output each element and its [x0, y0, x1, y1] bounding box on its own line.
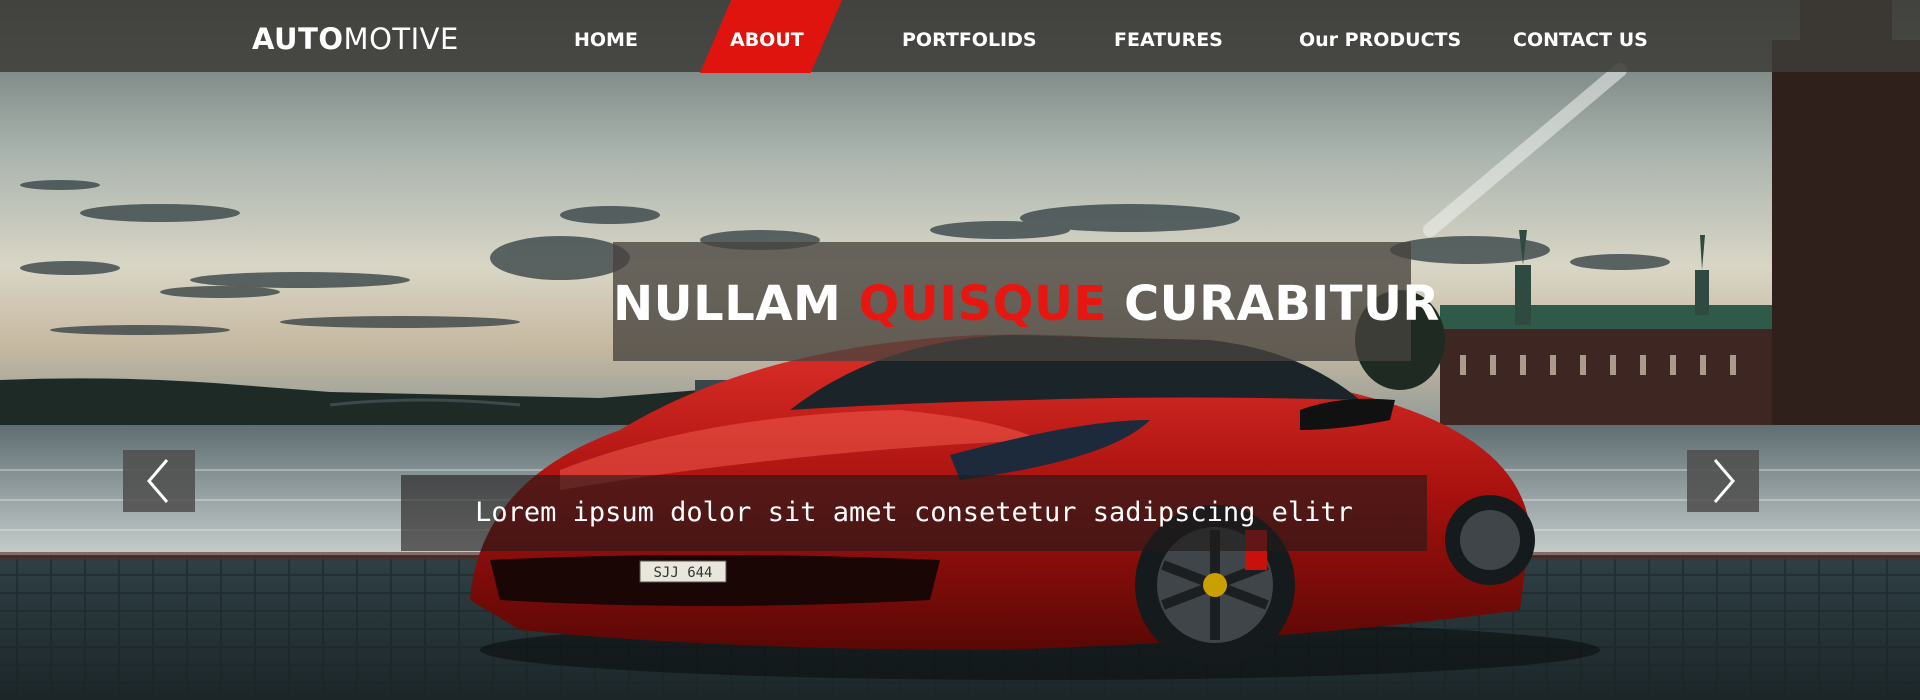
- hero-headline: NULLAM QUISQUE CURABITUR: [613, 262, 1439, 346]
- chevron-left-icon: [147, 459, 169, 503]
- hero-headline-accent: QUISQUE: [858, 276, 1107, 332]
- brand-logo[interactable]: AUTOMOTIVE: [252, 22, 459, 56]
- carousel-next-button[interactable]: [1687, 450, 1759, 512]
- brand-logo-light: MOTIVE: [343, 22, 459, 56]
- brand-logo-bold: AUTO: [252, 22, 344, 56]
- license-plate-text: SJJ 644: [653, 565, 712, 581]
- hero-headline-part1: NULLAM: [613, 276, 859, 332]
- chevron-right-icon: [1713, 459, 1735, 503]
- nav-item-portfolios[interactable]: PORTFOLIDS: [902, 0, 1037, 72]
- carousel-prev-button[interactable]: [123, 450, 195, 512]
- nav-item-our-products[interactable]: Our PRODUCTS: [1299, 0, 1461, 72]
- hero-subtitle: Lorem ipsum dolor sit amet consetetur sa…: [475, 497, 1353, 528]
- hero-headline-part2: CURABITUR: [1106, 276, 1440, 332]
- nav-item-features[interactable]: FEATURES: [1114, 0, 1223, 72]
- nav-item-home[interactable]: HOME: [574, 0, 638, 72]
- nav-item-contact-us[interactable]: CONTACT US: [1513, 0, 1648, 72]
- nav-item-about[interactable]: ABOUT: [730, 0, 804, 72]
